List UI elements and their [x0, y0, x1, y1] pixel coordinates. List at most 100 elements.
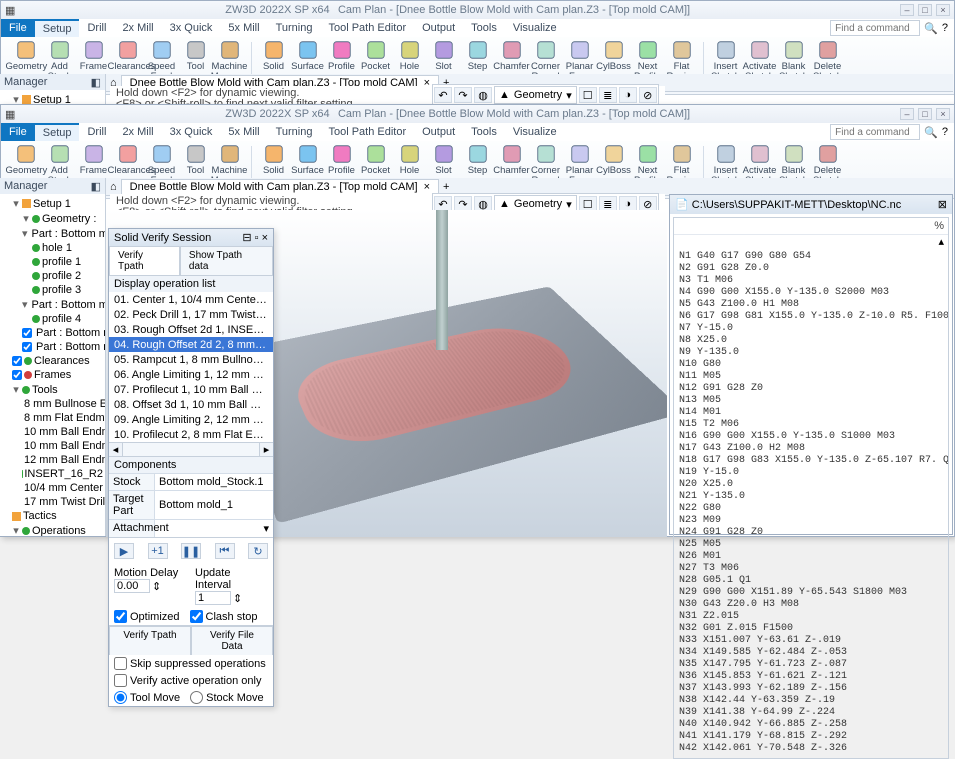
menu-tpe[interactable]: Tool Path Editor — [320, 123, 414, 141]
tree-item[interactable]: profile 3 — [2, 283, 103, 297]
find-input[interactable] — [830, 20, 920, 36]
min-button[interactable]: – — [900, 108, 914, 120]
nc-title[interactable]: 📄 C:\Users\SUPPAKIT-METT\Desktop\NC.nc⊠ — [670, 195, 952, 214]
nc-code[interactable]: N1 G40 G17 G90 G80 G54 N2 G91 G28 Z0.0 N… — [674, 248, 948, 758]
motion-delay-input[interactable] — [114, 579, 150, 593]
tool-move-radio[interactable]: Tool Move — [109, 689, 185, 706]
undo-icon[interactable]: ↶ — [434, 87, 452, 103]
min-button[interactable]: – — [900, 4, 914, 16]
tree-item[interactable]: 17 mm Twist Drill-Job… — [2, 495, 103, 509]
panel-close-icon[interactable]: ⊠ — [938, 198, 947, 211]
panel-buttons-icon[interactable]: ⊟ ▫ × — [242, 231, 268, 244]
verify-tpath-button[interactable]: Verify Tpath — [109, 626, 191, 655]
tree-item[interactable]: 10 mm Ball Endmill… — [2, 425, 103, 439]
menu-tools[interactable]: Tools — [463, 123, 505, 141]
help-icon[interactable]: ? — [942, 22, 948, 34]
tree-item[interactable]: profile 4 — [2, 312, 103, 326]
tree-item[interactable]: Part : Bottom mold… — [2, 340, 103, 354]
spinner-icon[interactable]: ⇕ — [233, 592, 242, 605]
close-icon[interactable]: × — [424, 181, 430, 193]
scroll-left-icon[interactable]: ◂ — [109, 443, 123, 456]
scroll-right-icon[interactable]: ▸ — [259, 443, 273, 456]
sel-color-icon[interactable]: ◑ — [619, 87, 637, 103]
pin-icon[interactable]: ◧ — [91, 180, 101, 193]
menu-visualize[interactable]: Visualize — [505, 19, 565, 37]
operation-item[interactable]: 03. Rough Offset 2d 1, INSERT_16_R2 — [109, 322, 273, 337]
pause-button[interactable]: ❚❚ — [181, 543, 201, 559]
add-tab-button[interactable]: + — [443, 181, 449, 193]
tree-item[interactable]: Tactics — [2, 509, 103, 523]
operation-item[interactable]: 09. Angle Limiting 2, 12 mm Ball Endmill… — [109, 412, 273, 427]
tree-item[interactable]: ▾Part : Bottom mold_1 — [2, 226, 103, 241]
verify-file-data-button[interactable]: Verify File Data — [191, 626, 273, 655]
spinner-icon[interactable]: ⇕ — [152, 580, 161, 593]
update-interval-input[interactable] — [195, 591, 231, 605]
tree-item[interactable]: 10/4 mm Center Drill — [2, 481, 103, 495]
menu-2xmill[interactable]: 2x Mill — [114, 123, 161, 141]
redo-icon[interactable]: ↷ — [454, 87, 472, 103]
reset-button[interactable]: ↻ — [248, 543, 268, 559]
components-header[interactable]: Components — [109, 457, 273, 473]
tree-geometry[interactable]: ▾Geometry : — [2, 211, 103, 226]
target-part-value[interactable]: Bottom mold_1 — [155, 491, 273, 519]
menu-setup[interactable]: Setup — [35, 19, 80, 37]
sel-all-icon[interactable]: ☐ — [579, 87, 597, 103]
search-icon[interactable]: 🔍 — [924, 126, 938, 139]
pin-icon[interactable]: ◧ — [91, 76, 101, 89]
verify-active-only-checkbox[interactable]: Verify active operation only — [109, 672, 273, 689]
optimized-checkbox[interactable]: Optimized — [109, 608, 185, 625]
help-icon[interactable]: ? — [942, 126, 948, 138]
max-button[interactable]: □ — [918, 4, 932, 16]
tree-item[interactable]: hole 1 — [2, 241, 103, 255]
operation-item[interactable]: 08. Offset 3d 1, 10 mm Ball Endmill — [109, 397, 273, 412]
tree-item[interactable]: ▾Operations — [2, 523, 103, 536]
menu-turning[interactable]: Turning — [268, 19, 321, 37]
verify-title[interactable]: Solid Verify Session⊟ ▫ × — [109, 229, 273, 246]
doc-tab-home-icon[interactable]: ⌂ — [110, 181, 117, 193]
search-icon[interactable]: 🔍 — [924, 22, 938, 35]
tab-show-tpath-data[interactable]: Show Tpath data — [180, 246, 273, 275]
menu-5xmill[interactable]: 5x Mill — [220, 123, 267, 141]
horiz-scrollbar[interactable]: ◂▸ — [109, 442, 273, 456]
play-button[interactable]: ▶ — [114, 543, 134, 559]
sel-clear-icon[interactable]: ⊘ — [639, 87, 657, 103]
cube-icon[interactable]: ◍ — [474, 87, 492, 103]
tree-item[interactable]: Frames — [2, 368, 103, 382]
find-input[interactable] — [830, 124, 920, 140]
rewind-button[interactable]: ⏮ — [215, 543, 235, 559]
menu-output[interactable]: Output — [414, 19, 463, 37]
menu-file[interactable]: File — [1, 19, 35, 37]
filter-geometry-dropdown[interactable]: ▲Geometry▾ — [494, 86, 577, 104]
menu-drill[interactable]: Drill — [79, 19, 114, 37]
tree-item[interactable]: 10 mm Ball Endmill… — [2, 439, 103, 453]
tree-item[interactable]: Part : Bottom mold… — [2, 326, 103, 340]
operation-item[interactable]: 04. Rough Offset 2d 2, 8 mm Bullnose End… — [109, 337, 273, 352]
operation-item[interactable]: 10. Profilecut 2, 8 mm Flat Endmill — [109, 427, 273, 442]
tree-item[interactable]: 12 mm Ball Endmill… — [2, 453, 103, 467]
operation-item[interactable]: 01. Center 1, 10/4 mm Center Drill — [109, 292, 273, 307]
menu-3xquick[interactable]: 3x Quick — [162, 19, 221, 37]
menu-5xmill[interactable]: 5x Mill — [220, 19, 267, 37]
operation-item[interactable]: 07. Profilecut 1, 10 mm Ball Endmill — [109, 382, 273, 397]
stock-move-radio[interactable]: Stock Move — [185, 689, 268, 706]
close-button[interactable]: × — [936, 108, 950, 120]
scroll-up-icon[interactable]: ▴ — [938, 236, 944, 248]
menu-turning[interactable]: Turning — [268, 123, 321, 141]
skip-suppressed-checkbox[interactable]: Skip suppressed operations — [109, 655, 273, 672]
stock-value[interactable]: Bottom mold_Stock.1 — [155, 474, 273, 490]
tree-item[interactable]: Clearances — [2, 354, 103, 368]
menu-output[interactable]: Output — [414, 123, 463, 141]
max-button[interactable]: □ — [918, 108, 932, 120]
clash-stop-checkbox[interactable]: Clash stop — [185, 608, 263, 625]
menu-visualize[interactable]: Visualize — [505, 123, 565, 141]
tree-item[interactable]: ▾Part : Bottom mold_… — [2, 297, 103, 312]
menu-setup[interactable]: Setup — [35, 123, 80, 141]
tree-item[interactable]: 8 mm Flat Endmill… — [2, 411, 103, 425]
tree-item[interactable]: 8 mm Bullnose End… — [2, 397, 103, 411]
menu-tools[interactable]: Tools — [463, 19, 505, 37]
menu-file[interactable]: File — [1, 123, 35, 141]
operation-item[interactable]: 02. Peck Drill 1, 17 mm Twist Drill-Jobb… — [109, 307, 273, 322]
tree-setup[interactable]: ▾Setup 1 — [2, 196, 103, 211]
sel-layer-icon[interactable]: ≣ — [599, 87, 617, 103]
menu-drill[interactable]: Drill — [79, 123, 114, 141]
